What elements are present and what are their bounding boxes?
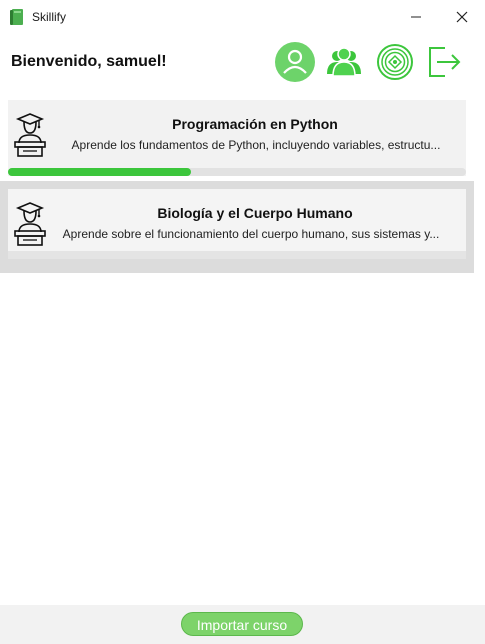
course-title: Programación en Python	[172, 116, 338, 132]
users-button[interactable]	[324, 42, 364, 82]
users-icon	[327, 47, 361, 77]
import-course-button[interactable]: Importar curso	[181, 612, 303, 636]
course-title: Biología y el Cuerpo Humano	[157, 205, 353, 221]
close-button[interactable]	[439, 0, 485, 34]
teacher-podium-icon	[14, 202, 46, 246]
badge-icon	[377, 44, 413, 80]
logout-button[interactable]	[425, 42, 465, 82]
course-description: Aprende sobre el funcionamiento del cuer…	[62, 227, 440, 241]
course-card[interactable]: Programación en Python Aprende los funda…	[8, 100, 466, 176]
logout-icon	[429, 47, 461, 77]
course-card-footer	[8, 251, 466, 259]
close-icon	[456, 11, 468, 23]
greeting-text: Bienvenido, samuel!	[11, 53, 167, 70]
minimize-icon	[411, 16, 421, 18]
teacher-podium-icon	[14, 113, 46, 157]
profile-icon	[275, 42, 315, 82]
course-description: Aprende los fundamentos de Python, inclu…	[71, 138, 441, 152]
footer-bar: Importar curso	[0, 605, 485, 644]
course-progress-bar	[8, 168, 466, 176]
profile-button[interactable]	[275, 42, 315, 82]
title-bar[interactable]: Skillify	[0, 0, 485, 34]
minimize-button[interactable]	[393, 0, 439, 34]
badge-button[interactable]	[375, 42, 415, 82]
window-title: Skillify	[32, 10, 67, 24]
course-list[interactable]: Programación en Python Aprende los funda…	[0, 92, 485, 605]
course-progress-fill	[8, 168, 192, 176]
book-icon	[10, 9, 23, 25]
header: Bienvenido, samuel!	[0, 34, 485, 90]
app-window: Skillify Bienvenido, samuel! Programació…	[0, 0, 485, 644]
course-card[interactable]: Biología y el Cuerpo Humano Aprende sobr…	[8, 189, 466, 259]
